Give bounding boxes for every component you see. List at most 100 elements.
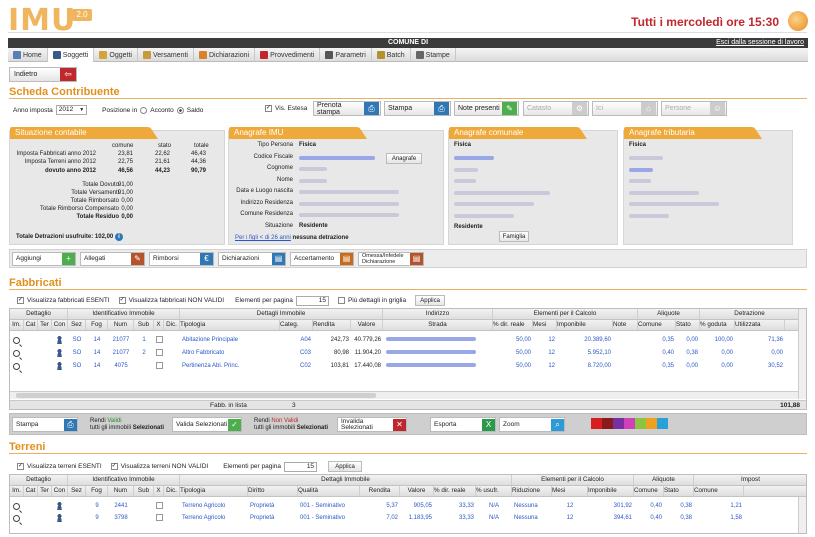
column-header[interactable]: Sez (68, 320, 86, 330)
row-select-checkbox[interactable] (156, 336, 163, 343)
color-swatch[interactable] (635, 418, 646, 429)
row-select-checkbox[interactable] (156, 514, 163, 521)
fabbricati-esenti-checkbox[interactable]: ✓ (17, 297, 24, 304)
anno-select[interactable]: 2012 ▼ (55, 105, 88, 115)
column-header[interactable]: Tipologia (180, 320, 280, 330)
column-header[interactable]: Cat (24, 486, 38, 496)
action-button-5[interactable]: Omessa/Infedele Dichiarazione ▤ (358, 252, 424, 266)
anagrafe-button[interactable]: Anagrafe (386, 153, 422, 164)
fabbricati-vscrollbar[interactable] (798, 309, 806, 399)
magnifier-icon[interactable] (13, 503, 20, 510)
column-header[interactable]: % usufr. (476, 486, 512, 496)
column-header[interactable]: Num (108, 486, 134, 496)
action-button-0[interactable]: Aggiungi + (12, 252, 76, 266)
saldo-radio[interactable] (176, 106, 184, 114)
column-header[interactable]: % dir. reale (493, 320, 533, 330)
column-header[interactable]: Stato (664, 486, 694, 496)
column-header[interactable]: Valore (400, 486, 434, 496)
esporta-button[interactable]: Esporta X (430, 417, 496, 432)
acconto-radio[interactable] (140, 106, 148, 114)
action-button-2[interactable]: Rimborsi € (149, 252, 214, 266)
column-header[interactable]: Comune (694, 486, 744, 496)
action-button-4[interactable]: Accertamento ▤ (290, 252, 354, 266)
column-header[interactable]: % dir. reale (434, 486, 476, 496)
color-swatch[interactable] (613, 418, 624, 429)
nav-tab-0[interactable]: Home (8, 48, 48, 62)
column-header[interactable]: Ter (38, 320, 52, 330)
per-pagina-input[interactable]: 15 (295, 295, 329, 306)
figli-link[interactable]: Per i figli < di 26 anni (235, 235, 291, 241)
column-header[interactable]: Tipologia (180, 486, 248, 496)
column-header[interactable]: Im. (10, 486, 24, 496)
action-button-1[interactable]: Allegati ✎ (80, 252, 145, 266)
terreni-vscrollbar[interactable] (798, 497, 806, 533)
info-icon[interactable]: i (114, 233, 123, 241)
fabbricati-stampa-button[interactable]: Stampa ⎙ (12, 417, 78, 432)
column-header[interactable]: Strada (383, 320, 493, 330)
terreni-per-pagina-input[interactable]: 15 (284, 461, 318, 472)
column-header[interactable]: Categ. (280, 320, 313, 330)
color-swatch[interactable] (646, 418, 657, 429)
column-header[interactable]: Dic. (164, 320, 180, 330)
fabbricati-non-validi-checkbox[interactable]: ✓ (118, 297, 126, 304)
column-header[interactable]: Con (52, 320, 68, 330)
column-header[interactable]: Sub (134, 486, 154, 496)
catasto-button[interactable]: Catasto ⚙ (523, 101, 589, 116)
vis-estesa-checkbox[interactable]: ✓ (265, 105, 272, 112)
fabbricati-applica-button[interactable]: Applica (415, 295, 446, 306)
row-select-checkbox[interactable] (156, 349, 163, 356)
nav-tab-5[interactable]: Provvedimenti (255, 48, 321, 62)
column-header[interactable]: Riduzione (512, 486, 552, 496)
column-header[interactable]: Note (613, 320, 638, 330)
color-swatch[interactable] (657, 418, 668, 429)
column-header[interactable]: Mesi (533, 320, 557, 330)
terreni-esenti-checkbox[interactable]: ✓ (17, 463, 24, 470)
column-header[interactable]: Sub (134, 320, 154, 330)
row-select-checkbox[interactable] (156, 362, 163, 369)
column-header[interactable]: Im. (10, 320, 24, 330)
column-header[interactable]: Utilizzata (735, 320, 785, 330)
nav-tab-6[interactable]: Parametri (320, 48, 372, 62)
column-header[interactable]: Rendita (313, 320, 351, 330)
color-swatch[interactable] (602, 418, 613, 429)
famiglia-button[interactable]: Famiglia (499, 231, 529, 242)
magnifier-icon[interactable] (13, 515, 20, 522)
column-header[interactable]: Fog (86, 320, 108, 330)
column-header[interactable]: Qualità (298, 486, 360, 496)
magnifier-icon[interactable] (13, 363, 20, 370)
exit-session-link[interactable]: Esci dalla sessione di lavoro (716, 38, 804, 48)
nav-tab-1[interactable]: Soggetti (47, 48, 95, 62)
column-header[interactable]: Num (108, 320, 134, 330)
action-button-3[interactable]: Dichiarazioni ▤ (218, 252, 286, 266)
column-header[interactable]: Cat (24, 320, 38, 330)
column-header[interactable]: % goduta (700, 320, 735, 330)
column-header[interactable]: Comune (634, 486, 664, 496)
persone-button[interactable]: Persone ☺ (661, 101, 727, 116)
stampa-button[interactable]: Stampa ⎙ (384, 101, 451, 116)
column-header[interactable]: Stato (676, 320, 700, 330)
terreni-non-validi-checkbox[interactable]: ✓ (110, 463, 118, 470)
column-header[interactable]: X (154, 486, 164, 496)
column-header[interactable]: Fog (86, 486, 108, 496)
color-swatch[interactable] (591, 418, 602, 429)
column-header[interactable]: Valore (351, 320, 383, 330)
column-header[interactable]: Ter (38, 486, 52, 496)
column-header[interactable]: Rendita (360, 486, 400, 496)
fabbricati-hscrollbar[interactable] (10, 391, 798, 399)
color-swatch[interactable] (624, 418, 635, 429)
note-button[interactable]: Note presenti ✎ (454, 101, 519, 116)
row-select-checkbox[interactable] (156, 502, 163, 509)
nav-tab-7[interactable]: Batch (372, 48, 411, 62)
column-header[interactable]: Imponibile (557, 320, 613, 330)
magnifier-icon[interactable] (13, 337, 20, 344)
nav-tab-8[interactable]: Stampe (411, 48, 456, 62)
nav-tab-2[interactable]: Oggetti (94, 48, 138, 62)
column-header[interactable]: Con (52, 486, 68, 496)
nav-tab-3[interactable]: Versamenti (138, 48, 194, 62)
zoom-button[interactable]: Zoom ⌕ (499, 417, 565, 432)
back-button[interactable]: Indietro ⇦ (9, 67, 77, 82)
nav-tab-4[interactable]: Dichiarazioni (194, 48, 256, 62)
column-header[interactable]: Sez (68, 486, 86, 496)
dettagli-checkbox[interactable] (337, 297, 345, 304)
ici-button[interactable]: Ici ⌂ (592, 101, 658, 116)
